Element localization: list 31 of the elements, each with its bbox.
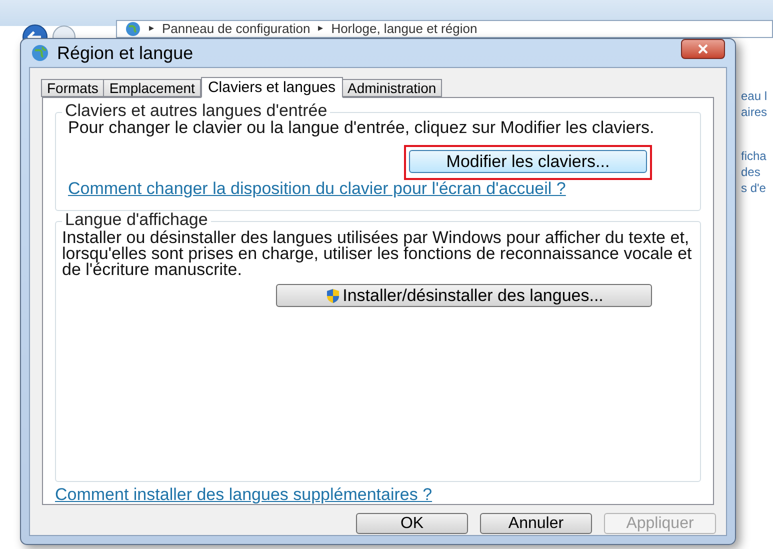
close-icon	[698, 44, 708, 54]
tab[interactable]: Claviers et langues	[200, 77, 343, 98]
globe-icon	[125, 21, 141, 37]
button-label: Installer/désinstaller des langues...	[342, 286, 604, 306]
group-title: Langue d'affichage	[62, 211, 211, 230]
address-bar[interactable]: ▸ Panneau de configuration ▸ Horloge, langue et région	[116, 20, 773, 38]
breadcrumb-item[interactable]: Panneau de configuration	[162, 22, 310, 36]
group-title: Claviers et autres langues d'entrée	[62, 102, 330, 120]
window-title: Région et langue	[57, 42, 194, 65]
instruction-text: Pour changer le clavier ou la langue d'entrée, cliquez sur Modifier les claviers.	[68, 119, 656, 137]
globe-icon	[31, 44, 49, 62]
breadcrumb-separator: ▸	[318, 22, 324, 36]
help-link[interactable]: Comment changer la disposition du clavier pour l'écran d'accueil ?	[68, 180, 688, 198]
change-keyboards-button[interactable]: Modifier les claviers...	[409, 150, 647, 173]
tab[interactable]: Administration	[342, 79, 442, 97]
dialog-button[interactable]: Annuler	[480, 513, 592, 534]
tab[interactable]: Formats	[41, 79, 104, 97]
description-text: Installer ou désinstaller des langues utilisées par Windows pour afficher du texte et, lorsqu'elles sont prises en charge, utiliser les fonctions de reconnaissance vocale et de l'écriture manuscrite.	[62, 230, 693, 278]
background-text: eau l	[741, 88, 768, 104]
help-link[interactable]: Comment installer des langues supplémentaires ?	[55, 486, 701, 504]
install-languages-button[interactable]: Installer/désinstaller des langues...	[276, 284, 652, 308]
close-button[interactable]	[681, 39, 725, 59]
background-text: s d'e	[741, 180, 767, 196]
background-text: ficha	[741, 148, 768, 164]
dialog-button[interactable]: OK	[356, 513, 468, 534]
breadcrumb-separator: ▸	[149, 22, 154, 36]
shield-icon	[324, 288, 341, 304]
background-text: aires	[741, 104, 768, 120]
breadcrumb-item[interactable]: Horloge, langue et région	[331, 22, 478, 36]
tab[interactable]: Emplacement	[103, 79, 201, 97]
background-text: des	[741, 164, 762, 180]
